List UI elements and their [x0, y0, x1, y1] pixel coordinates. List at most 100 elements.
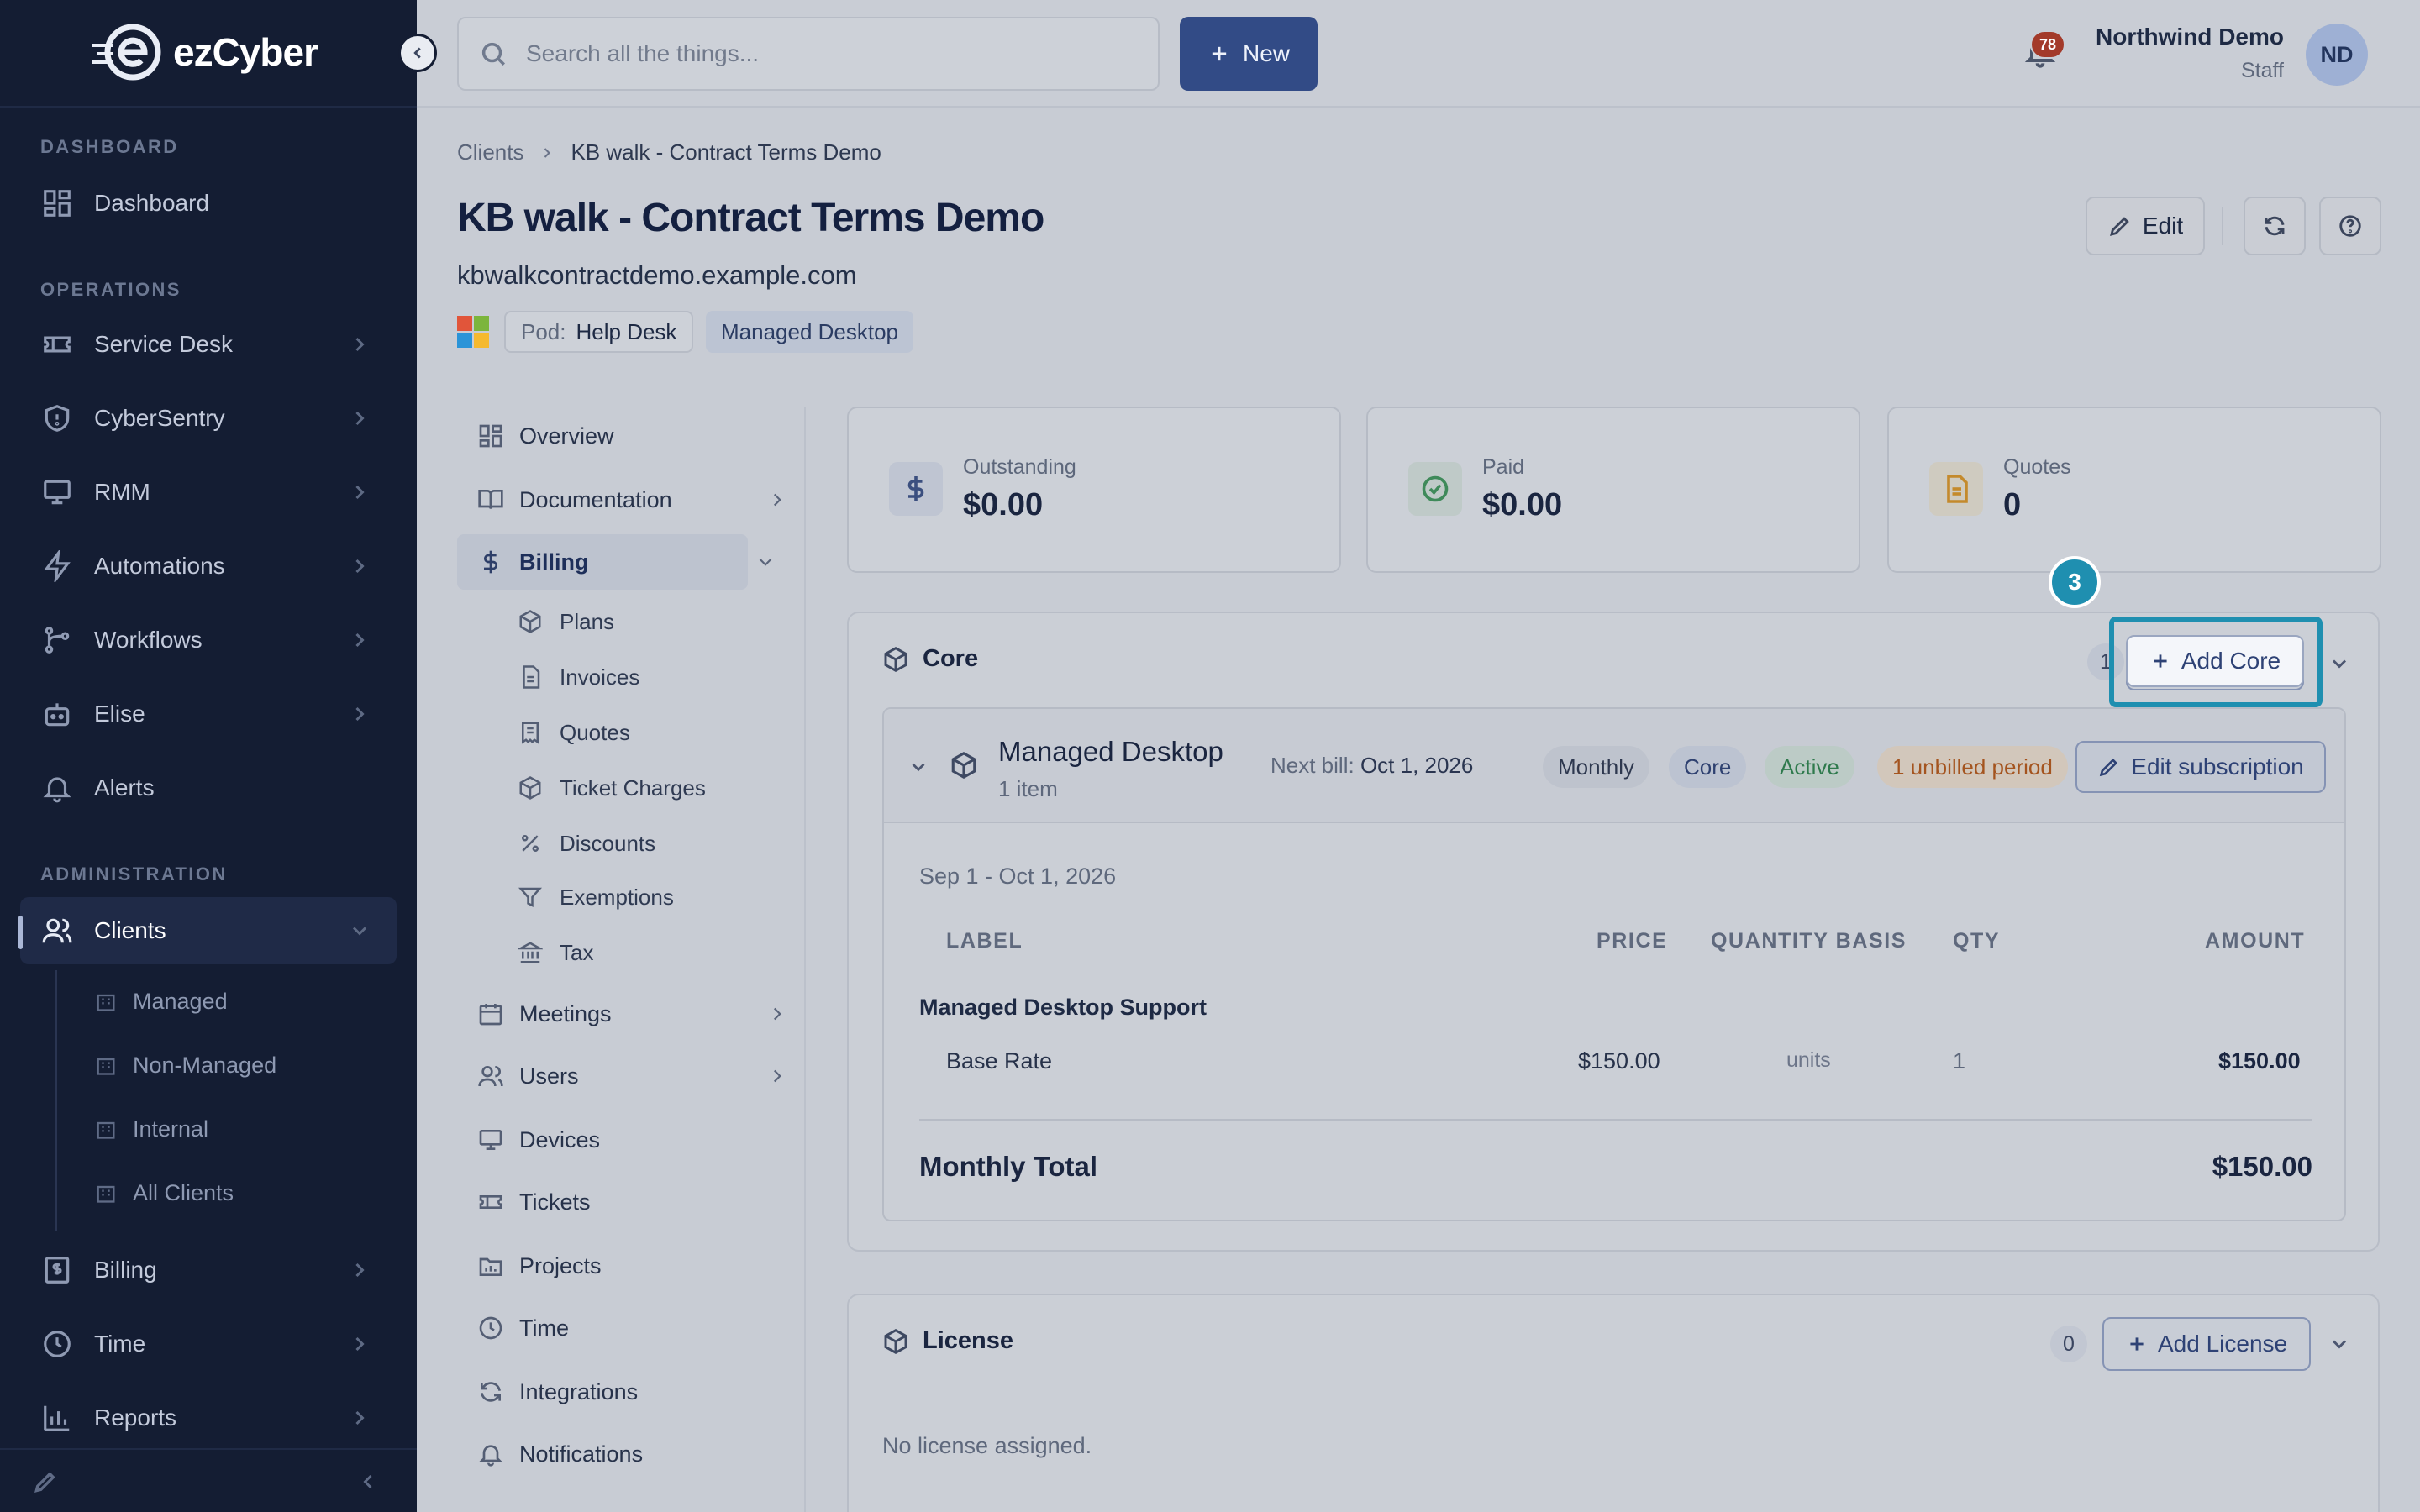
chevron-right-icon — [348, 1332, 371, 1356]
add-core-button-highlighted[interactable]: Add Core — [2126, 635, 2304, 687]
shield-icon — [40, 402, 74, 435]
license-empty-message: No license assigned. — [882, 1433, 1092, 1458]
subitem-label: All Clients — [133, 1179, 234, 1205]
chevron-down-icon[interactable] — [908, 756, 929, 778]
tab-label: Overview — [519, 423, 614, 449]
sidebar-item-dashboard[interactable]: Dashboard — [20, 170, 397, 237]
tag-core: Core — [1669, 746, 1747, 788]
edit-subscription-label: Edit subscription — [2131, 753, 2304, 780]
sidebar-subitem-all-clients[interactable]: All Clients — [94, 1169, 234, 1216]
sub-label: Invoices — [560, 664, 640, 690]
sidebar-collapse-button[interactable] — [398, 34, 437, 72]
tab-projects[interactable]: Projects — [457, 1238, 776, 1294]
stat-value: $0.00 — [963, 487, 1044, 522]
billing-sub-tax[interactable]: Tax — [518, 929, 593, 976]
subscription-card: Managed Desktop 1 item Next bill: Oct 1,… — [882, 707, 2346, 1221]
billing-sub-ticket-charges[interactable]: Ticket Charges — [518, 764, 706, 811]
tab-notifications[interactable]: Notifications — [457, 1426, 776, 1482]
chevron-down-icon[interactable] — [755, 551, 776, 573]
monthly-total-value: $150.00 — [2212, 1151, 2312, 1182]
core-title: Core — [882, 645, 978, 673]
tab-overview[interactable]: Overview — [457, 408, 776, 464]
sidebar-subitem-non-managed[interactable]: Non-Managed — [94, 1042, 276, 1089]
breadcrumb: Clients KB walk - Contract Terms Demo — [457, 139, 881, 165]
edit-subscription-button[interactable]: Edit subscription — [2075, 741, 2326, 793]
help-button[interactable] — [2319, 197, 2381, 255]
tab-meetings[interactable]: Meetings — [457, 986, 781, 1042]
tab-label: Notifications — [519, 1441, 644, 1467]
tab-devices[interactable]: Devices — [457, 1112, 776, 1168]
sidebar-item-alerts[interactable]: Alerts — [20, 754, 397, 822]
tab-label: Billing — [519, 549, 589, 575]
license-panel: License 0 Add License No license assigne… — [847, 1294, 2380, 1512]
sidebar-item-label: Reports — [94, 1404, 177, 1431]
monthly-total-label: Monthly Total — [919, 1151, 1098, 1182]
ticket-icon — [40, 328, 74, 361]
document-icon — [1929, 462, 1983, 516]
tag-active: Active — [1765, 746, 1854, 788]
receipt-icon — [522, 722, 539, 744]
global-search[interactable] — [457, 17, 1160, 91]
sidebar-item-billing[interactable]: Billing — [20, 1236, 397, 1304]
sidebar-item-workflows[interactable]: Workflows — [20, 606, 397, 674]
search-input[interactable] — [526, 40, 1148, 67]
app-logo[interactable]: ezCyber — [91, 20, 318, 84]
sidebar-item-elise[interactable]: Elise — [20, 680, 397, 748]
sub-label: Discounts — [560, 830, 656, 856]
breadcrumb-clients-link[interactable]: Clients — [457, 139, 523, 165]
sidebar-item-clients[interactable]: Clients — [20, 897, 397, 964]
sidebar-item-reports[interactable]: Reports — [20, 1384, 397, 1452]
billing-sub-exemptions[interactable]: Exemptions — [518, 874, 674, 921]
sidebar-item-automations[interactable]: Automations — [20, 533, 397, 600]
total-divider — [919, 1119, 2312, 1121]
tab-users[interactable]: Users — [457, 1048, 781, 1104]
pencil-icon — [2109, 217, 2129, 236]
next-bill-date: Oct 1, 2026 — [1360, 753, 1474, 778]
dashboard-icon — [40, 186, 74, 220]
subnav-divider — [804, 407, 806, 1512]
chevron-down-icon[interactable] — [2328, 1332, 2351, 1356]
col-amount: AMOUNT — [2205, 929, 2306, 953]
chevron-down-icon[interactable] — [2328, 652, 2351, 675]
tab-documentation[interactable]: Documentation — [457, 472, 781, 528]
refresh-button[interactable] — [2244, 197, 2306, 255]
tab-integrations[interactable]: Integrations — [457, 1364, 776, 1420]
sidebar-item-cybersentry[interactable]: CyberSentry — [20, 385, 397, 452]
line-group-label: Managed Desktop Support — [919, 995, 1207, 1020]
sidebar-subitem-managed[interactable]: Managed — [94, 978, 228, 1025]
tab-billing[interactable]: Billing — [457, 534, 748, 590]
edit-client-button[interactable]: Edit — [2086, 197, 2205, 255]
tab-time[interactable]: Time — [457, 1300, 776, 1356]
page-title: KB walk - Contract Terms Demo — [457, 196, 1044, 240]
new-button[interactable]: New — [1180, 17, 1318, 91]
bell-icon — [40, 771, 74, 805]
sidebar-item-rmm[interactable]: RMM — [20, 459, 397, 526]
billing-sub-discounts[interactable]: Discounts — [518, 820, 655, 867]
pod-chip[interactable]: Pod: Help Desk — [504, 311, 694, 353]
billing-sub-plans[interactable]: Plans — [518, 598, 614, 645]
pod-value: Help Desk — [576, 318, 677, 344]
subscription-header: Managed Desktop 1 item Next bill: Oct 1,… — [884, 709, 2344, 823]
sync-icon — [481, 1382, 501, 1402]
tab-tickets[interactable]: Tickets — [457, 1174, 776, 1230]
core-title-text: Core — [923, 645, 979, 672]
chevron-right-icon — [348, 1258, 371, 1282]
clock-icon — [479, 1316, 502, 1340]
stat-value: 0 — [2003, 487, 2022, 522]
billing-sub-quotes[interactable]: Quotes — [518, 709, 630, 756]
chevron-right-icon — [348, 1406, 371, 1430]
sidebar-item-time[interactable]: Time — [20, 1310, 397, 1378]
add-license-button[interactable]: Add License — [2102, 1317, 2312, 1371]
subitem-label: Non-Managed — [133, 1052, 277, 1078]
sidebar: ezCyber DASHBOARD Dashboard OPERATIONS S… — [0, 0, 417, 1512]
chevron-left-icon[interactable] — [356, 1470, 380, 1494]
chevron-right-icon — [348, 554, 371, 578]
avatar[interactable]: ND — [2306, 24, 2368, 86]
pencil-icon[interactable] — [32, 1468, 59, 1495]
sidebar-subitem-internal[interactable]: Internal — [94, 1105, 208, 1152]
submenu-line — [55, 970, 57, 1231]
client-domain: kbwalkcontractdemo.example.com — [457, 260, 857, 290]
billing-sub-invoices[interactable]: Invoices — [518, 654, 639, 701]
sidebar-item-service-desk[interactable]: Service Desk — [20, 311, 397, 378]
user-name[interactable]: Northwind Demo — [2096, 24, 2284, 50]
